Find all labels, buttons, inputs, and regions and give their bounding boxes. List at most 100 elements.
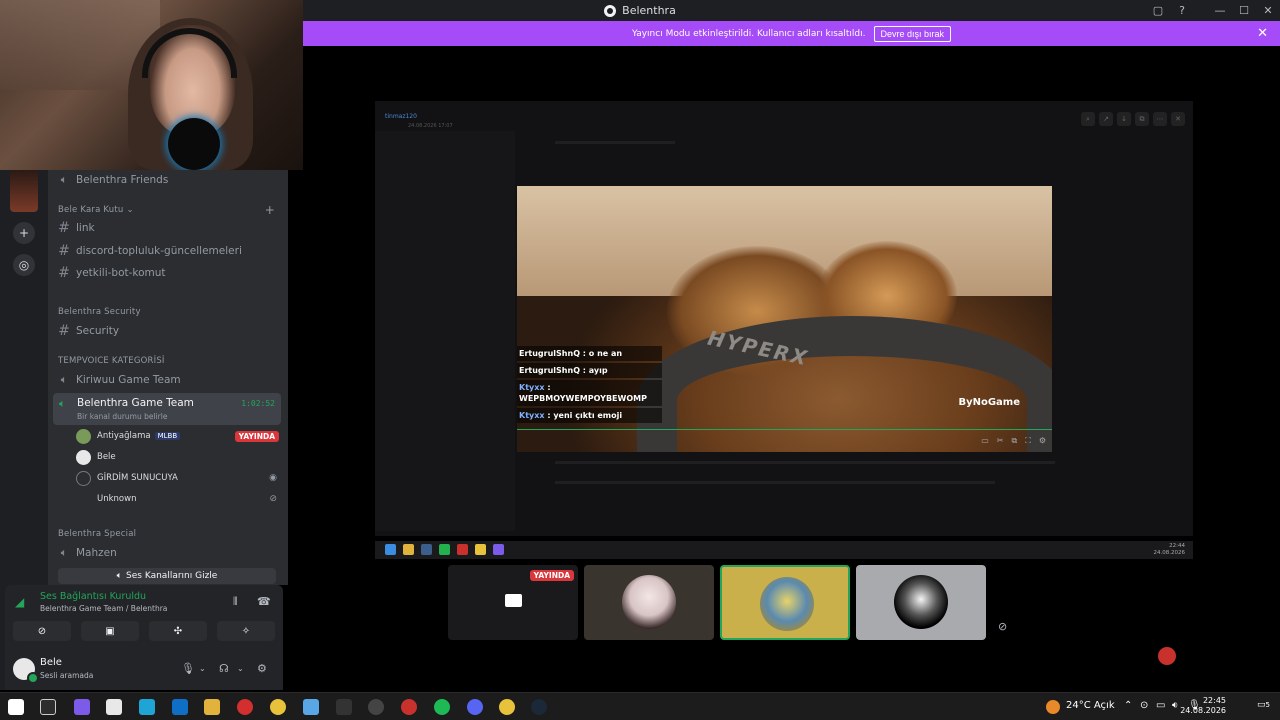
stream-video[interactable]: HYPERX ByNoGame ErtugrulShnQ : o ne an E… bbox=[517, 186, 1052, 452]
participant-tile-stream[interactable]: YAYINDA bbox=[448, 565, 578, 640]
notification-icon[interactable]: ▭5 bbox=[1257, 700, 1270, 710]
windows-taskbar: 24°C Açık ⌃ ⊙ ▭ 🔉︎ 🎙︎ 22:45 24.08.2026 ▭5 bbox=[0, 692, 1280, 720]
avatar[interactable] bbox=[13, 658, 39, 684]
minimize-button[interactable]: — bbox=[1208, 4, 1232, 17]
app-icon[interactable] bbox=[368, 699, 384, 715]
start-icon[interactable] bbox=[8, 699, 24, 715]
channel-status[interactable]: Bir kanal durumu belirle bbox=[77, 412, 167, 421]
hide-voice-channels-button[interactable]: 🔈︎ Ses Kanallarını Gizle bbox=[58, 568, 276, 584]
speaker-icon: 🔈︎ bbox=[60, 546, 68, 559]
voice-member[interactable]: GİRDİM SUNUCUYA ◉ bbox=[76, 468, 281, 488]
user-name[interactable]: Bele bbox=[40, 657, 62, 668]
viewer-controls: ⌕ ↗ ↓ ⧉ ⋯ ✕ bbox=[1081, 112, 1185, 126]
copilot-icon[interactable] bbox=[74, 699, 90, 715]
voice-channel-active[interactable]: 🔈︎ Belenthra Game Team 1:02:52 Bir kanal… bbox=[53, 393, 281, 425]
clip-icon[interactable]: ✂ bbox=[997, 436, 1004, 446]
tray-icon[interactable]: ⊙ bbox=[1140, 700, 1148, 711]
folder-icon[interactable] bbox=[204, 699, 220, 715]
open-icon[interactable]: ⧉ bbox=[1135, 112, 1149, 126]
window-controls: ▢ ? — ☐ ✕ bbox=[1146, 0, 1280, 21]
voice-channel-mahzen[interactable]: 🔈︎ Mahzen bbox=[58, 543, 283, 563]
voice-member[interactable]: Unknown ⊘ bbox=[76, 489, 281, 509]
speaker-icon: 🔈︎ bbox=[60, 173, 68, 186]
voice-member[interactable]: Bele bbox=[76, 447, 281, 467]
chrome-icon[interactable] bbox=[270, 699, 286, 715]
spotify-icon[interactable] bbox=[434, 699, 450, 715]
share-icon[interactable]: ↗ bbox=[1099, 112, 1113, 126]
opera-icon bbox=[457, 544, 468, 555]
add-server-icon[interactable]: + bbox=[13, 222, 35, 244]
more-icon[interactable]: ⋯ bbox=[1153, 112, 1167, 126]
maximize-button[interactable]: ☐ bbox=[1232, 4, 1256, 17]
soundboard-button[interactable]: ✧ bbox=[217, 621, 275, 641]
zoom-icon[interactable]: ⌕ bbox=[1081, 112, 1095, 126]
participant-tile[interactable] bbox=[856, 565, 986, 640]
chat-message: ErtugrulShnQ : o ne an bbox=[517, 346, 662, 361]
close-banner-icon[interactable]: ✕ bbox=[1257, 26, 1268, 41]
popout-icon[interactable]: ⧉ bbox=[1012, 436, 1018, 446]
category-security[interactable]: Belenthra Security bbox=[58, 305, 283, 319]
chevron-down-icon[interactable]: ⌄ bbox=[237, 664, 244, 673]
disable-streamer-mode-button[interactable]: Devre dışı bırak bbox=[873, 25, 952, 42]
disconnect-icon[interactable]: ☎ bbox=[257, 595, 271, 608]
close-icon[interactable]: ✕ bbox=[1171, 112, 1185, 126]
text-channel-security[interactable]: # Security bbox=[58, 321, 283, 341]
task-view-icon[interactable] bbox=[40, 699, 56, 715]
headphones-icon[interactable]: ☊ bbox=[219, 662, 229, 675]
steam-icon bbox=[421, 544, 432, 555]
mail-icon[interactable] bbox=[172, 699, 188, 715]
category-tempvoice[interactable]: TEMPVOICE KATEGORİSİ bbox=[58, 354, 283, 368]
activities-button[interactable]: ✣ bbox=[149, 621, 207, 641]
opera-icon[interactable] bbox=[237, 699, 253, 715]
chat-message: Ktyxx : WEPBMOYWEMPOYBEWOMP bbox=[517, 380, 662, 406]
help-icon[interactable]: ? bbox=[1170, 4, 1194, 17]
app-icon[interactable] bbox=[401, 699, 417, 715]
fullscreen-icon[interactable]: ⛶ bbox=[1025, 436, 1031, 446]
screen-share-button[interactable]: ▣ bbox=[81, 621, 139, 641]
category-special[interactable]: Belenthra Special bbox=[58, 527, 283, 541]
hash-icon: # bbox=[58, 265, 70, 281]
text-channel-updates[interactable]: # discord-topluluk-güncellemeleri bbox=[58, 241, 283, 261]
network-icon[interactable]: ▭ bbox=[1156, 700, 1165, 711]
chat-message: ErtugrulShnQ : ayıp bbox=[517, 363, 662, 378]
edge-icon[interactable] bbox=[139, 699, 155, 715]
weather-icon[interactable] bbox=[1046, 700, 1060, 714]
download-icon[interactable]: ↓ bbox=[1117, 112, 1131, 126]
close-window-button[interactable]: ✕ bbox=[1256, 4, 1280, 17]
add-channel-icon[interactable]: + bbox=[265, 203, 275, 217]
app-icon[interactable] bbox=[303, 699, 319, 715]
store-icon[interactable] bbox=[106, 699, 122, 715]
webcam-overlay bbox=[0, 0, 303, 170]
voice-channel-kiriwuu[interactable]: 🔈︎ Kiriwuu Game Team bbox=[58, 370, 283, 390]
discord-icon[interactable] bbox=[467, 699, 483, 715]
window-title: Belenthra bbox=[622, 4, 676, 17]
system-clock[interactable]: 22:45 24.08.2026 bbox=[1180, 696, 1226, 716]
participant-tile[interactable] bbox=[584, 565, 714, 640]
inbox-icon[interactable]: ▢ bbox=[1146, 4, 1170, 17]
pip-icon[interactable]: ▭ bbox=[981, 436, 989, 446]
hash-icon: # bbox=[58, 243, 70, 259]
weather-text[interactable]: 24°C Açık bbox=[1066, 700, 1115, 711]
user-status: Sesli aramada bbox=[40, 671, 94, 680]
voice-member[interactable]: Antiyağlama MLBB YAYINDA bbox=[76, 426, 281, 446]
voice-channel-friends[interactable]: 🔈︎ Belenthra Friends bbox=[58, 170, 283, 190]
steam-icon[interactable] bbox=[531, 699, 547, 715]
speaker-icon: 🔈︎ bbox=[59, 397, 66, 410]
epic-games-icon[interactable] bbox=[336, 699, 352, 715]
text-channel-bot[interactable]: # yetkili-bot-komut bbox=[58, 263, 283, 283]
chevron-down-icon[interactable]: ⌄ bbox=[199, 664, 206, 673]
chevron-up-icon[interactable]: ⌃ bbox=[1124, 700, 1132, 711]
gear-icon[interactable]: ⚙ bbox=[257, 662, 267, 675]
category-kara-kutu[interactable]: Bele Kara Kutu ⌄ + bbox=[58, 203, 283, 217]
discover-icon[interactable]: ◎ bbox=[13, 254, 35, 276]
chrome-icon[interactable] bbox=[499, 699, 515, 715]
stream-chat-overlay: ErtugrulShnQ : o ne an ErtugrulShnQ : ay… bbox=[517, 346, 662, 425]
noise-suppression-icon[interactable]: ⫴ bbox=[233, 595, 238, 609]
volume-icon[interactable]: 🔉︎ bbox=[1172, 700, 1178, 711]
gear-icon[interactable]: ⚙ bbox=[1039, 436, 1046, 446]
microphone-icon[interactable]: 🎙︎ bbox=[181, 662, 195, 675]
camera-off-button[interactable]: ⊘ bbox=[13, 621, 71, 641]
participant-tile-speaking[interactable] bbox=[720, 565, 850, 640]
text-channel-link[interactable]: # link bbox=[58, 218, 283, 238]
server-icon[interactable] bbox=[10, 170, 38, 212]
